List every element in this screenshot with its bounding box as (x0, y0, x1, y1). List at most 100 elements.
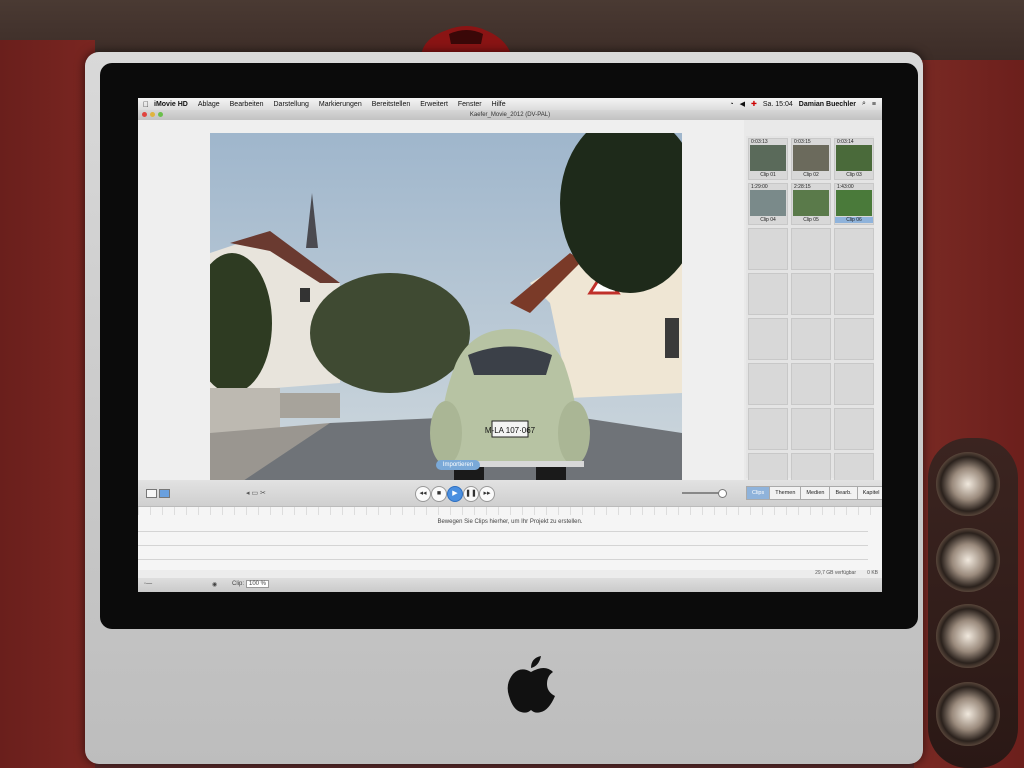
empty-clip-slot[interactable] (834, 363, 874, 405)
empty-clip-slot[interactable] (748, 408, 788, 450)
clip-thumbnail[interactable]: 1:43:00 Clip 06 (834, 183, 874, 225)
pause-button[interactable]: ❚❚ (463, 486, 479, 502)
camera-mode-toggle[interactable] (146, 489, 157, 498)
edit-mode-toggle[interactable] (159, 489, 170, 498)
stop-button[interactable]: ■ (431, 486, 447, 502)
tab-kapitel[interactable]: Kapitel (856, 486, 882, 500)
clip-duration: 0:03:13 (751, 139, 768, 145)
clip-duration: 2:28:15 (794, 184, 811, 190)
rewind-button[interactable]: ◂◂ (415, 486, 431, 502)
apple-menu-icon[interactable]:  (138, 100, 154, 109)
license-plate: M-LA 107·067 (485, 426, 536, 435)
volume-slider-knob[interactable] (718, 489, 727, 498)
list-icon[interactable]: ≡ (872, 101, 876, 108)
forward-button[interactable]: ▸▸ (479, 486, 495, 502)
window-title: Kaefer_Movie_2012 (DV-PAL) (469, 112, 551, 118)
menu-hilfe[interactable]: Hilfe (492, 101, 506, 108)
tab-medien[interactable]: Medien (800, 486, 831, 500)
pane-tabs: Clips Themen Medien Bearb. Kapitel (746, 486, 882, 500)
track-line (138, 531, 868, 532)
track-line (138, 545, 868, 546)
menu-darstellung[interactable]: Darstellung (274, 101, 309, 108)
empty-clip-slot[interactable] (791, 318, 831, 360)
clip-thumbnail-image (836, 145, 872, 171)
clip-duration: 0:03:15 (794, 139, 811, 145)
clip-thumbnail[interactable]: 2:28:15 Clip 05 (791, 183, 831, 225)
status-bar: 29,7 GB verfügbar 0 KB (138, 570, 882, 578)
tab-clips[interactable]: Clips (746, 486, 771, 500)
menu-bereitstellen[interactable]: Bereitstellen (372, 101, 411, 108)
clip-label: Clip 03 (846, 172, 862, 178)
clip-label: Clip 06 (835, 217, 873, 223)
empty-clip-slot[interactable] (791, 273, 831, 315)
close-button[interactable] (142, 112, 147, 117)
imovie-screen:  iMovie HD Ablage Bearbeiten Darstellun… (138, 98, 882, 592)
clip-zoom-label: Clip: (232, 581, 245, 587)
clip-label: Clip 05 (803, 217, 819, 223)
clips-panel: 0:03:13 Clip 01 0:03:15 Clip 02 0:03:14 Clip … (746, 136, 874, 495)
speaker-driver (936, 452, 1000, 516)
bottom-bar: ◦— ◉ Clip: 100 % (138, 578, 882, 592)
eye-icon[interactable]: ◉ (212, 581, 217, 588)
clip-duration: 1:29:00 (751, 184, 768, 190)
wifi-icon[interactable]: ◔ (729, 101, 733, 108)
zoom-slider[interactable]: ◦— (144, 581, 152, 587)
trash-size[interactable]: 0 KB (867, 570, 878, 576)
import-button[interactable]: Importieren (436, 460, 480, 470)
menu-erweitert[interactable]: Erweitert (420, 101, 448, 108)
playback-controls: ◂ ▭ ✂ ◂◂ ■ ▶ ❚❚ ▸▸ Clips Themen Medien B… (138, 480, 882, 506)
empty-clip-slot[interactable] (834, 273, 874, 315)
clip-thumbnail-image (750, 190, 786, 216)
empty-clip-slot[interactable] (748, 228, 788, 270)
clip-label: Clip 04 (760, 217, 776, 223)
clip-timeline[interactable]: Bewegen Sie Clips hierher, um Ihr Projek… (138, 506, 882, 571)
empty-clip-slot[interactable] (834, 318, 874, 360)
clip-zoom-field[interactable]: 100 % (246, 580, 270, 588)
volume-icon[interactable]: ◀ (740, 100, 745, 108)
tab-bearb[interactable]: Bearb. (829, 486, 858, 500)
clip-thumbnail[interactable]: 0:03:13 Clip 01 (748, 138, 788, 180)
empty-clip-slot[interactable] (748, 318, 788, 360)
menu-clock[interactable]: Sa. 15:04 (763, 101, 793, 108)
spotlight-icon[interactable]: ⌕ (862, 100, 866, 108)
clip-thumbnail[interactable]: 1:29:00 Clip 04 (748, 183, 788, 225)
clip-thumbnail-image (793, 145, 829, 171)
clip-thumbnail-image (836, 190, 872, 216)
clip-thumbnail-image (750, 145, 786, 171)
clip-label: Clip 02 (803, 172, 819, 178)
play-button[interactable]: ▶ (447, 486, 463, 502)
clip-duration: 0:03:14 (837, 139, 854, 145)
video-preview: M-LA 107·067 (210, 133, 682, 483)
empty-clip-slot[interactable] (748, 273, 788, 315)
clip-duration: 1:43:00 (837, 184, 854, 190)
window-titlebar: Kaefer_Movie_2012 (DV-PAL) (138, 110, 882, 120)
menu-app[interactable]: iMovie HD (154, 101, 188, 108)
clip-thumbnail[interactable]: 0:03:15 Clip 02 (791, 138, 831, 180)
timeline-hint: Bewegen Sie Clips hierher, um Ihr Projek… (437, 519, 583, 525)
minimize-button[interactable] (150, 112, 155, 117)
flag-icon[interactable]: ✚ (751, 100, 757, 108)
empty-clip-slot[interactable] (791, 408, 831, 450)
zoom-button[interactable] (158, 112, 163, 117)
menu-user[interactable]: Damian Buechler (799, 101, 856, 108)
menu-bearbeiten[interactable]: Bearbeiten (230, 101, 264, 108)
menu-ablage[interactable]: Ablage (198, 101, 220, 108)
menu-markierungen[interactable]: Markierungen (319, 101, 362, 108)
menu-fenster[interactable]: Fenster (458, 101, 482, 108)
timeline-ruler (138, 507, 882, 515)
tab-themen[interactable]: Themen (769, 486, 802, 500)
empty-clip-slot[interactable] (834, 228, 874, 270)
clip-thumbnail[interactable]: 0:03:14 Clip 03 (834, 138, 874, 180)
wall-left (0, 40, 95, 768)
menu-bar:  iMovie HD Ablage Bearbeiten Darstellun… (138, 98, 882, 110)
empty-clip-slot[interactable] (748, 363, 788, 405)
speaker-driver (936, 528, 1000, 592)
free-space: 29,7 GB verfügbar (815, 570, 856, 576)
clip-tools[interactable]: ◂ ▭ ✂ (246, 489, 266, 497)
empty-clip-slot[interactable] (791, 363, 831, 405)
speaker-driver (936, 604, 1000, 668)
empty-clip-slot[interactable] (791, 228, 831, 270)
clip-thumbnail-image (793, 190, 829, 216)
empty-clip-slot[interactable] (834, 408, 874, 450)
apple-logo-icon (507, 656, 555, 713)
